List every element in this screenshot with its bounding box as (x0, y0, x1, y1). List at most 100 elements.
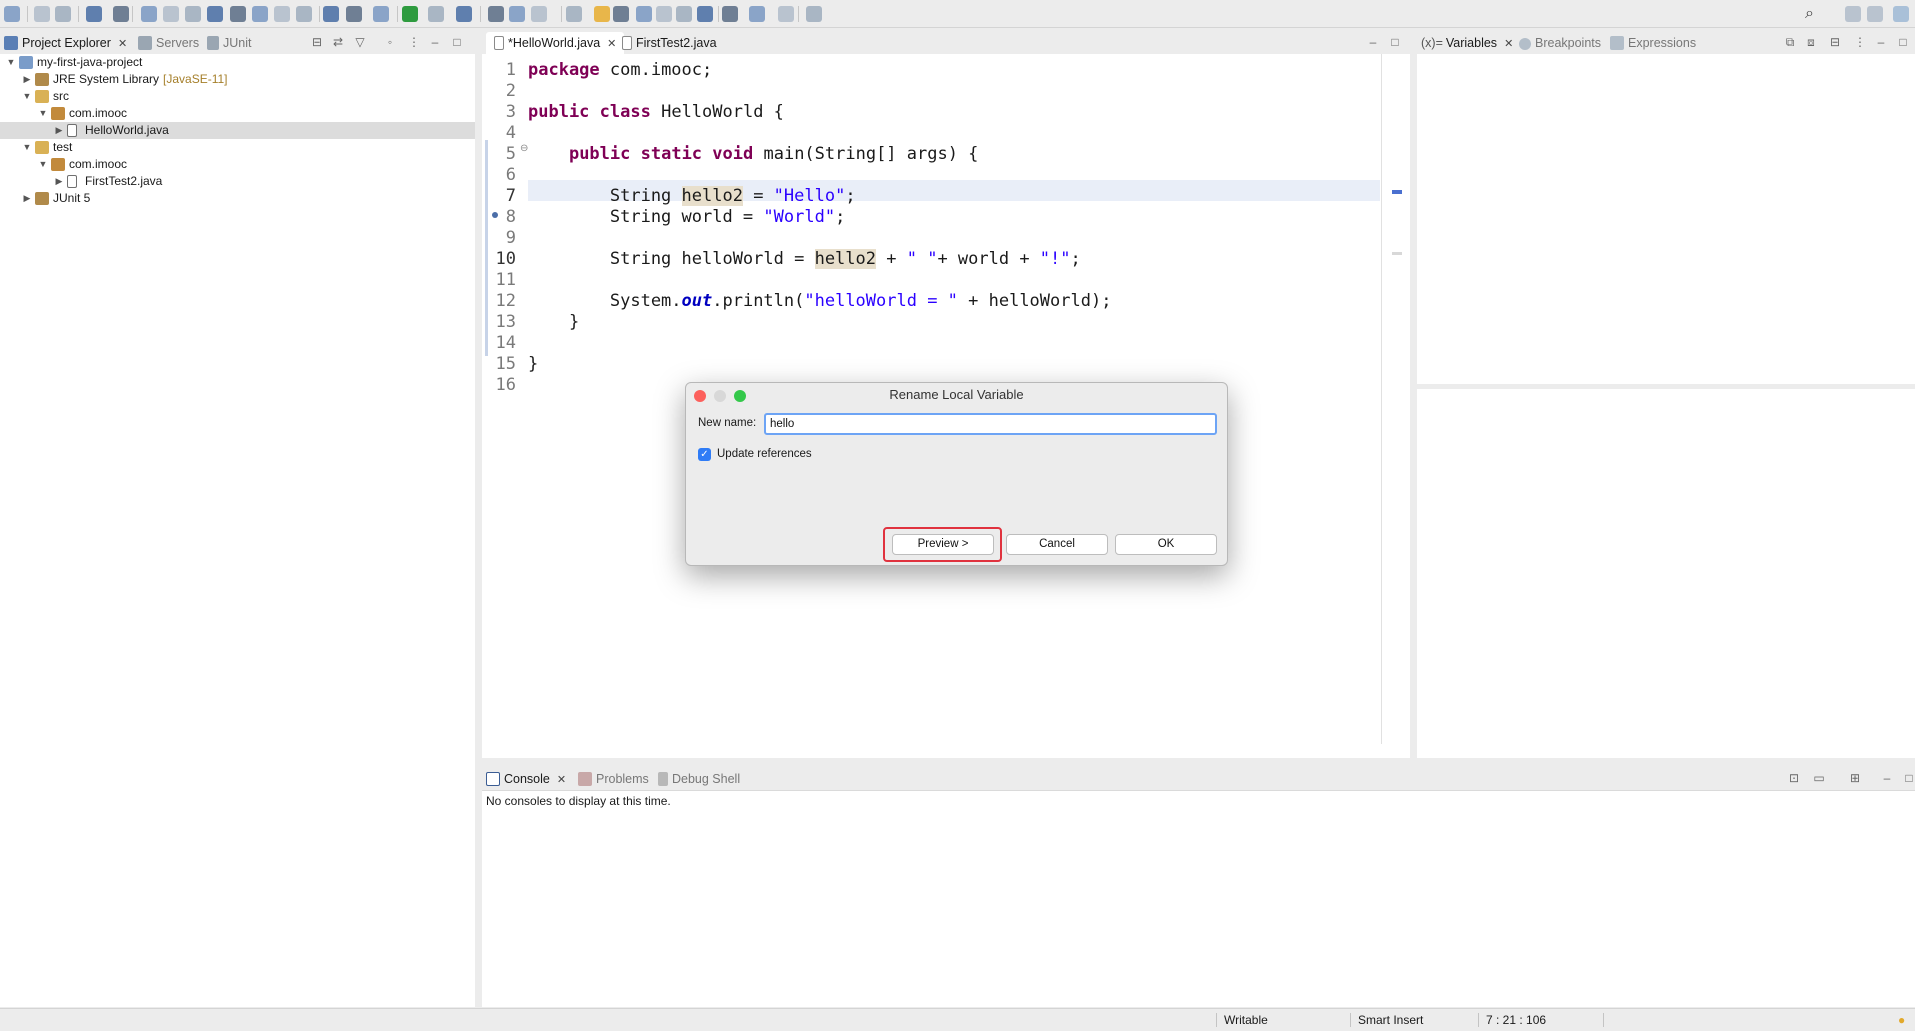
tab-expressions[interactable]: Expressions (1610, 33, 1696, 53)
code-line[interactable]: System.out.println("helloWorld = " + hel… (528, 291, 1112, 312)
open-type-icon[interactable] (346, 6, 362, 22)
outline-icon[interactable] (296, 6, 312, 22)
focus-icon[interactable]: ◦ (383, 35, 397, 49)
code-line[interactable]: String helloWorld = hello2 + " "+ world … (528, 249, 1081, 270)
maximize-icon[interactable]: □ (1896, 35, 1910, 49)
pin-icon[interactable] (113, 6, 129, 22)
perspective-icon[interactable] (806, 6, 822, 22)
pin-console-icon[interactable]: ⊡ (1787, 771, 1801, 785)
close-icon[interactable]: ✕ (557, 774, 566, 786)
terminal-icon[interactable] (86, 6, 102, 22)
open-perspective-icon[interactable] (1845, 6, 1861, 22)
toggle-highlight-icon[interactable] (594, 6, 610, 22)
search-icon[interactable] (531, 6, 547, 22)
chevron-down-icon[interactable]: ▼ (5, 54, 17, 71)
step-return-icon[interactable] (274, 6, 290, 22)
display-console-icon[interactable]: ▭ (1812, 771, 1826, 785)
overview-marker[interactable] (1392, 252, 1402, 255)
code-line[interactable]: String world = "World"; (528, 207, 845, 228)
view-menu-icon[interactable]: ⋮ (1853, 35, 1867, 49)
update-references-checkbox[interactable]: ✓ (698, 448, 711, 461)
show-type-names-icon[interactable]: ⧉ (1783, 35, 1797, 49)
chevron-right-icon[interactable]: ▶ (21, 71, 33, 88)
hierarchy-icon[interactable] (323, 6, 339, 22)
chevron-right-icon[interactable]: ▶ (21, 190, 33, 207)
suspend-icon[interactable] (163, 6, 179, 22)
close-icon[interactable]: ✕ (118, 38, 127, 50)
detail-pane-sash[interactable] (1417, 384, 1915, 389)
external-tools-icon[interactable] (456, 6, 472, 22)
code-line[interactable]: } (528, 312, 579, 333)
save-icon[interactable] (34, 6, 50, 22)
step-into-icon[interactable] (230, 6, 246, 22)
filter-icon[interactable]: ▽ (353, 35, 367, 49)
tree-item[interactable]: ▼ com.imooc (0, 105, 475, 122)
code-line[interactable]: package com.imooc; (528, 60, 712, 81)
chevron-down-icon[interactable]: ▼ (21, 88, 33, 105)
new-name-input[interactable] (764, 413, 1217, 435)
tree-item[interactable]: ▼ test (0, 139, 475, 156)
tab-firsttest2[interactable]: FirstTest2.java (622, 33, 717, 53)
tab-servers[interactable]: Servers (138, 33, 199, 53)
java-perspective-icon[interactable] (1867, 6, 1883, 22)
word-wrap-icon[interactable] (613, 6, 629, 22)
close-icon[interactable]: ✕ (607, 38, 616, 50)
tip-bulb-icon[interactable]: ● (1898, 1013, 1905, 1027)
back-icon[interactable] (749, 6, 765, 22)
close-icon[interactable]: ✕ (1504, 38, 1513, 50)
show-logical-icon[interactable]: ⧈ (1804, 35, 1818, 49)
tab-problems[interactable]: Problems (578, 769, 649, 789)
ok-button[interactable]: OK (1115, 534, 1217, 555)
skip-icon[interactable] (141, 6, 157, 22)
forward-icon[interactable] (778, 6, 794, 22)
chevron-down-icon[interactable]: ▼ (21, 139, 33, 156)
maximize-icon[interactable]: □ (1902, 771, 1915, 785)
pilcrow-icon[interactable] (676, 6, 692, 22)
tab-breakpoints[interactable]: Breakpoints (1519, 33, 1601, 53)
tree-item[interactable]: ▼ com.imooc (0, 156, 475, 173)
run-icon[interactable] (402, 6, 418, 22)
disconnect-icon[interactable] (207, 6, 223, 22)
tree-item[interactable]: ▶ JUnit 5 (0, 190, 475, 207)
tab-junit[interactable]: JUnit (207, 33, 251, 53)
tree-item[interactable]: ▼ src (0, 88, 475, 105)
link-editor-icon[interactable]: ⇄ (331, 35, 345, 49)
minimize-icon[interactable]: – (1880, 771, 1894, 785)
tab-helloworld[interactable]: *HelloWorld.java ✕ (486, 32, 625, 54)
tab-project-explorer[interactable]: Project Explorer ✕ (4, 33, 127, 53)
debug-icon[interactable] (373, 6, 389, 22)
code-line[interactable]: String hello2 = "Hello"; (528, 186, 856, 207)
terminate-icon[interactable] (185, 6, 201, 22)
tab-variables[interactable]: (x)= Variables ✕ (1421, 33, 1513, 53)
preview-button[interactable]: Preview > (892, 534, 994, 555)
tree-item[interactable]: ▶ JRE System Library [JavaSE-11] (0, 71, 475, 88)
new-icon[interactable] (4, 6, 20, 22)
chevron-down-icon[interactable]: ▼ (37, 105, 49, 122)
maximize-icon[interactable]: □ (1388, 35, 1402, 49)
debug-perspective-icon[interactable] (1893, 6, 1909, 22)
open-folder-icon[interactable] (488, 6, 504, 22)
minimize-icon[interactable]: – (1366, 35, 1380, 49)
chevron-right-icon[interactable]: ▶ (53, 173, 65, 190)
coverage-icon[interactable] (428, 6, 444, 22)
step-over-icon[interactable] (252, 6, 268, 22)
next-annotation-icon[interactable] (697, 6, 713, 22)
search-icon[interactable]: ⌕ (1805, 6, 1821, 22)
collapse-all-icon[interactable]: ⊟ (1828, 35, 1842, 49)
tab-console[interactable]: Console ✕ (486, 769, 566, 789)
minimize-icon[interactable]: – (1874, 35, 1888, 49)
code-line[interactable]: public class HelloWorld { (528, 102, 784, 123)
save-all-icon[interactable] (55, 6, 71, 22)
tree-item[interactable]: ▶ HelloWorld.java (0, 122, 475, 139)
collapse-all-icon[interactable]: ⊟ (310, 35, 324, 49)
chevron-down-icon[interactable]: ▼ (37, 156, 49, 173)
open-file-icon[interactable] (509, 6, 525, 22)
code-line[interactable]: } (528, 354, 538, 375)
block-select-icon[interactable] (656, 6, 672, 22)
mark-occurrences-icon[interactable] (566, 6, 582, 22)
show-whitespace-icon[interactable] (636, 6, 652, 22)
prev-annotation-icon[interactable] (722, 6, 738, 22)
tree-item[interactable]: ▶ FirstTest2.java (0, 173, 475, 190)
cancel-button[interactable]: Cancel (1006, 534, 1108, 555)
tree-item[interactable]: ▼ my-first-java-project (0, 54, 475, 71)
